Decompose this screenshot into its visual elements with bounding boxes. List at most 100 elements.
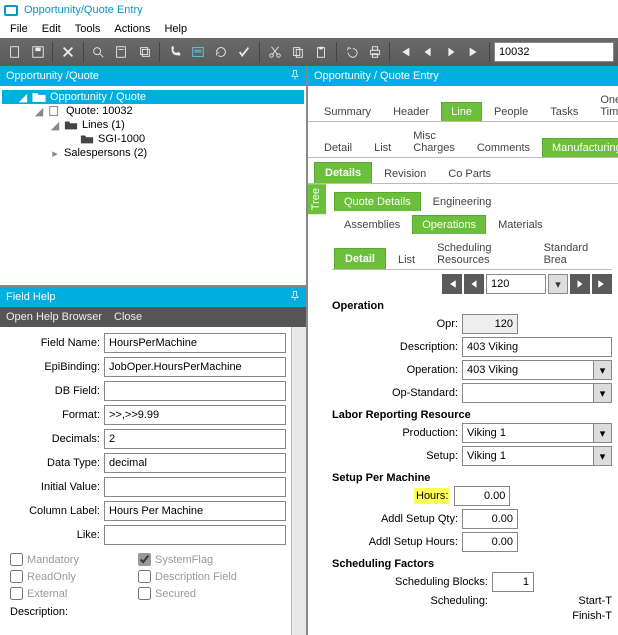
dropdown-icon[interactable]: ▾ <box>594 423 612 443</box>
setup-input[interactable] <box>462 446 594 466</box>
addlqty-input[interactable] <box>462 509 518 529</box>
opstd-input[interactable] <box>462 383 594 403</box>
menu-actions[interactable]: Actions <box>108 21 156 37</box>
addlhrs-input[interactable] <box>462 532 518 552</box>
tree-salespersons[interactable]: ▸ Salespersons (2) <box>2 146 304 160</box>
blocks-input[interactable] <box>492 572 534 592</box>
prod-input[interactable] <box>462 423 594 443</box>
close-help-button[interactable]: Close <box>114 311 142 323</box>
secured-check[interactable]: Secured <box>138 587 258 600</box>
nav-prev-icon[interactable] <box>417 41 438 63</box>
tab-detail[interactable]: Detail <box>314 138 362 157</box>
nav-first-icon[interactable] <box>442 274 462 294</box>
tab-opdetail[interactable]: Detail <box>334 248 386 269</box>
tab-coparts[interactable]: Co Parts <box>438 164 501 183</box>
hours-input[interactable] <box>454 486 510 506</box>
nav-dropdown-icon[interactable]: ▾ <box>548 274 568 294</box>
tree-lines[interactable]: ◢ Lines (1) <box>2 118 304 132</box>
columnlabel-input[interactable] <box>104 501 286 521</box>
save-icon[interactable] <box>27 41 48 63</box>
datatype-input[interactable] <box>104 453 286 473</box>
tab-list[interactable]: List <box>364 138 401 157</box>
dropdown-icon[interactable]: ▾ <box>594 383 612 403</box>
tab-onetime[interactable]: One Time <box>590 90 618 121</box>
initialvalue-input[interactable] <box>104 477 286 497</box>
dbfield-input[interactable] <box>104 381 286 401</box>
nav-value-input[interactable] <box>486 274 546 294</box>
undo-icon[interactable] <box>341 41 362 63</box>
collapse-icon[interactable]: ◢ <box>34 106 44 116</box>
phone-icon[interactable] <box>164 41 185 63</box>
readonly-check[interactable]: ReadOnly <box>10 570 130 583</box>
new-icon[interactable] <box>4 41 25 63</box>
check-icon[interactable] <box>234 41 255 63</box>
desc-input[interactable] <box>462 337 612 357</box>
open-help-button[interactable]: Open Help Browser <box>6 311 102 323</box>
nav-next-icon[interactable] <box>441 41 462 63</box>
vertical-tab-tree[interactable]: Tree <box>308 184 326 214</box>
tab-engineering[interactable]: Engineering <box>423 192 502 211</box>
tree-view[interactable]: ◢ Opportunity / Quote ◢ Quote: 10032 ◢ L… <box>0 86 306 285</box>
tab-stdbreak[interactable]: Standard Brea <box>534 238 608 269</box>
decimals-input[interactable] <box>104 429 286 449</box>
delete-icon[interactable] <box>57 41 78 63</box>
expand-icon[interactable]: ▸ <box>50 148 60 158</box>
print-icon[interactable] <box>364 41 385 63</box>
tab-details[interactable]: Details <box>314 162 372 183</box>
format-input[interactable] <box>104 405 286 425</box>
dropdown-icon[interactable]: ▾ <box>594 360 612 380</box>
tab-misc[interactable]: Misc Charges <box>403 126 465 157</box>
nav-last-icon[interactable] <box>592 274 612 294</box>
pin-icon[interactable] <box>288 289 302 303</box>
collapse-icon[interactable]: ◢ <box>50 120 60 130</box>
search-icon[interactable] <box>88 41 109 63</box>
memo-icon[interactable] <box>187 41 208 63</box>
copy-icon[interactable] <box>134 41 155 63</box>
external-check[interactable]: External <box>10 587 130 600</box>
menu-edit[interactable]: Edit <box>36 21 67 37</box>
menu-tools[interactable]: Tools <box>69 21 107 37</box>
collapse-icon[interactable]: ◢ <box>18 92 28 102</box>
cut-icon[interactable] <box>264 41 285 63</box>
tab-header[interactable]: Header <box>383 102 439 121</box>
attach-icon[interactable] <box>111 41 132 63</box>
menu-help[interactable]: Help <box>158 21 193 37</box>
tree-item[interactable]: SGI-1000 <box>2 132 304 146</box>
tab-people[interactable]: People <box>484 102 538 121</box>
tab-quotedetails[interactable]: Quote Details <box>334 192 421 211</box>
toolbar-search-input[interactable] <box>494 42 614 62</box>
tab-materials[interactable]: Materials <box>488 215 553 234</box>
tab-assemblies[interactable]: Assemblies <box>334 215 410 234</box>
systemflag-check[interactable]: SystemFlag <box>138 553 258 566</box>
nav-first-icon[interactable] <box>394 41 415 63</box>
fieldname-input[interactable] <box>104 333 286 353</box>
paste-icon[interactable] <box>311 41 332 63</box>
tab-summary[interactable]: Summary <box>314 102 381 121</box>
menu-file[interactable]: File <box>4 21 34 37</box>
opr-input[interactable] <box>462 314 518 334</box>
mandatory-check[interactable]: Mandatory <box>10 553 130 566</box>
tab-operations[interactable]: Operations <box>412 215 486 234</box>
tab-tasks[interactable]: Tasks <box>540 102 588 121</box>
expand-icon[interactable] <box>66 134 76 144</box>
epibinding-input[interactable] <box>104 357 286 377</box>
descfield-check[interactable]: Description Field <box>138 570 258 583</box>
pin-icon[interactable] <box>288 68 302 82</box>
nav-prev-icon[interactable] <box>464 274 484 294</box>
tab-comments[interactable]: Comments <box>467 138 540 157</box>
refresh-icon[interactable] <box>211 41 232 63</box>
tab-line[interactable]: Line <box>441 102 482 121</box>
dropdown-icon[interactable]: ▾ <box>594 446 612 466</box>
tab-oplist[interactable]: List <box>388 250 425 269</box>
toolbar <box>0 38 618 66</box>
tab-revision[interactable]: Revision <box>374 164 436 183</box>
tree-root[interactable]: ◢ Opportunity / Quote <box>2 90 304 104</box>
copy2-icon[interactable] <box>287 41 308 63</box>
op-input[interactable] <box>462 360 594 380</box>
tab-schedres[interactable]: Scheduling Resources <box>427 238 531 269</box>
tree-quote[interactable]: ◢ Quote: 10032 <box>2 104 304 118</box>
nav-next-icon[interactable] <box>570 274 590 294</box>
nav-last-icon[interactable] <box>464 41 485 63</box>
like-input[interactable] <box>104 525 286 545</box>
tab-manufacturing[interactable]: Manufacturing <box>542 138 618 157</box>
